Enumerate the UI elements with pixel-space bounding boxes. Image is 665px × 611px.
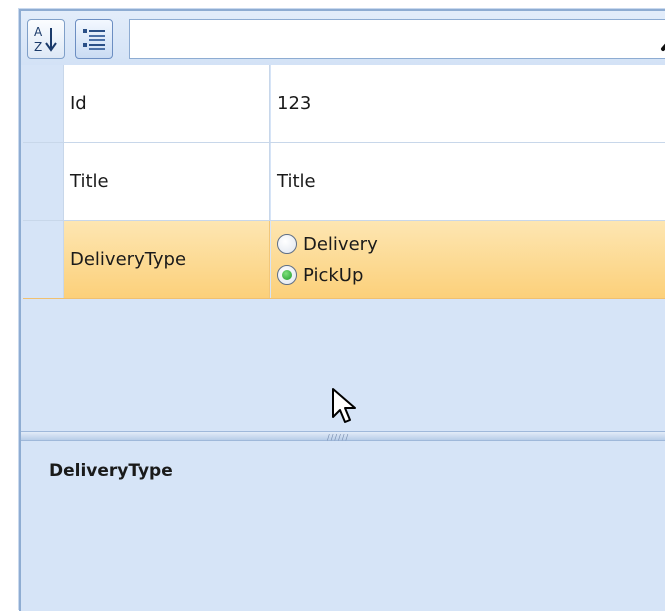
svg-text:Z: Z [34, 40, 42, 54]
property-name: Id [64, 65, 270, 142]
categorize-icon [83, 29, 105, 50]
search-box [129, 19, 665, 59]
row-gutter [23, 221, 64, 298]
description-panel: DeliveryType [21, 449, 665, 609]
property-row-title[interactable]: Title Title [23, 143, 665, 221]
property-name: Title [64, 143, 270, 220]
property-list: Id 123 Title Title DeliveryType Delivery… [23, 65, 665, 299]
property-value-deliverytype: Delivery PickUp [271, 221, 665, 298]
radio-label: Delivery [303, 233, 378, 255]
radio-button-unchecked[interactable] [277, 234, 297, 254]
mouse-cursor-icon [332, 388, 356, 423]
sort-alphabetical-icon: A Z [34, 25, 57, 54]
radio-label: PickUp [303, 264, 364, 286]
search-input[interactable] [130, 20, 626, 56]
sort-alphabetical-button[interactable]: A Z [27, 19, 65, 59]
row-gutter [23, 65, 64, 142]
categorize-button[interactable] [75, 19, 113, 59]
radio-button-checked[interactable] [277, 265, 297, 285]
splitter-grip-icon[interactable]: ////// [327, 433, 349, 442]
delivery-type-radio-group: Delivery PickUp [277, 234, 378, 286]
property-value-id[interactable]: 123 [271, 65, 665, 142]
property-row-id[interactable]: Id 123 [23, 65, 665, 143]
description-splitter[interactable]: ////// [21, 431, 665, 442]
radio-option-delivery[interactable]: Delivery [277, 234, 378, 255]
row-gutter [23, 143, 64, 220]
property-grid: A Z Id 123 Title Title DeliveryType Deli… [19, 9, 665, 611]
radio-option-pickup[interactable]: PickUp [277, 265, 378, 286]
property-name: DeliveryType [64, 221, 270, 298]
toolbar: A Z [21, 11, 665, 65]
svg-text:A: A [34, 25, 43, 39]
search-icon[interactable] [659, 25, 665, 53]
description-title: DeliveryType [49, 461, 173, 481]
radio-checked-dot [282, 270, 292, 280]
property-value-title[interactable]: Title [271, 143, 665, 220]
property-row-deliverytype[interactable]: DeliveryType Delivery PickUp [23, 221, 665, 299]
